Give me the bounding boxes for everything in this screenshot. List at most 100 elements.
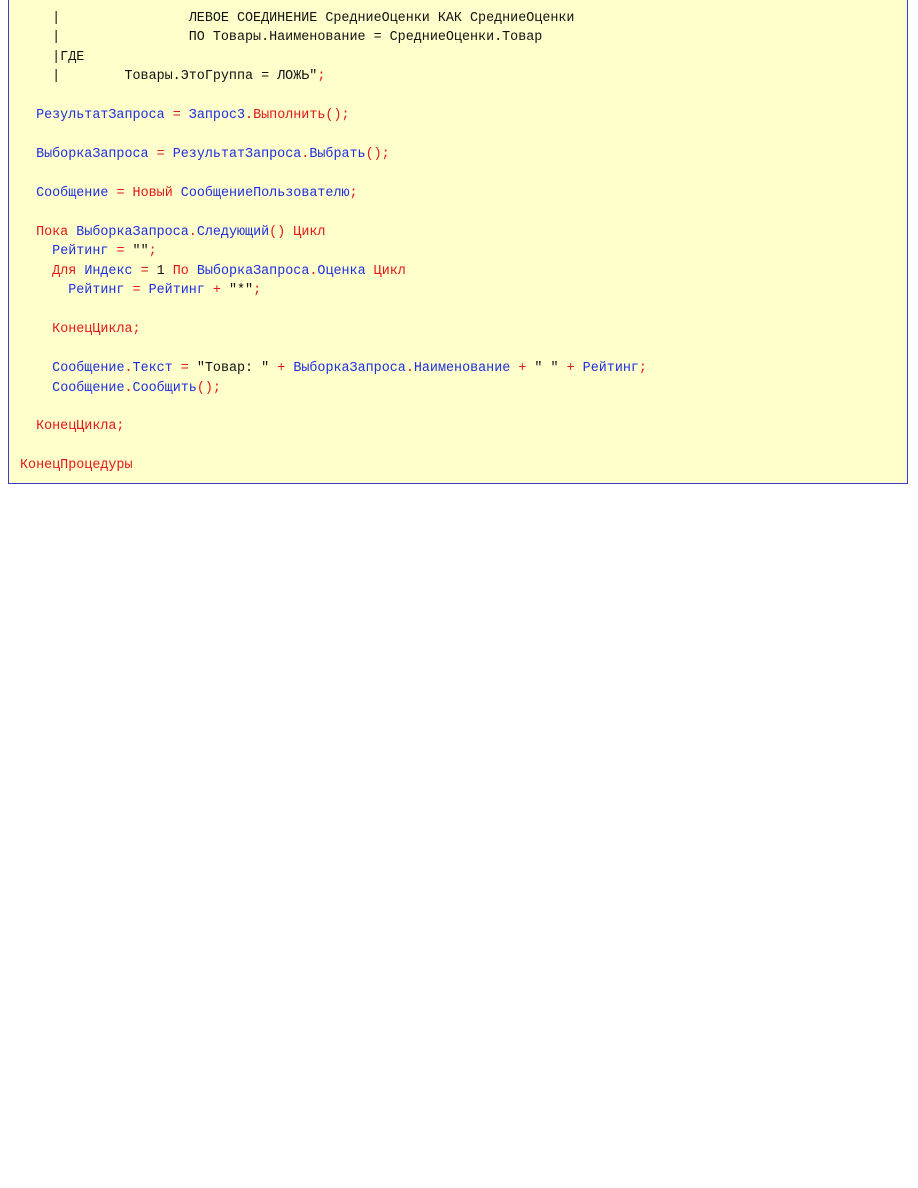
- code-line: Рейтинг = Рейтинг + "*";: [20, 281, 261, 300]
- code-token: Текст: [132, 361, 173, 377]
- code-token: "": [124, 244, 149, 260]
- code-token: =: [156, 147, 165, 163]
- code-token: |ГДЕ: [20, 49, 85, 65]
- code-token: ;: [349, 186, 358, 202]
- code-token: Пока: [36, 224, 69, 240]
- code-token: Выполнить: [253, 108, 326, 124]
- code-token: ВыборкаЗапроса: [76, 224, 189, 240]
- code-token: Сообщение: [52, 380, 125, 396]
- code-line: КонецПроцедуры: [20, 456, 133, 475]
- code-token: =: [180, 361, 189, 377]
- code-token: .: [188, 224, 197, 240]
- code-token: Сообщить: [132, 380, 197, 396]
- code-token: Выбрать: [309, 147, 366, 163]
- code-token: .: [124, 380, 133, 396]
- code-token: ВыборкаЗапроса: [196, 263, 310, 279]
- code-token: Цикл: [293, 224, 326, 240]
- code-token: ;: [148, 244, 157, 260]
- code-token: (): [269, 224, 286, 240]
- code-token: ();: [325, 108, 350, 124]
- code-token: Цикл: [373, 263, 406, 279]
- code-line: Сообщение.Сообщить();: [20, 379, 221, 398]
- code-line: Пока ВыборкаЗапроса.Следующий() Цикл: [20, 223, 325, 242]
- code-token: Рейтинг: [68, 283, 125, 299]
- code-line: Для Индекс = 1 По ВыборкаЗапроса.Оценка …: [20, 262, 406, 281]
- code-token: | ПО Товары.Наименование = СредниеОценки…: [20, 30, 543, 46]
- code-line: Сообщение.Текст = "Товар: " + ВыборкаЗап…: [20, 359, 647, 378]
- code-token: КонецЦикла;: [52, 322, 141, 338]
- code-line: КонецЦикла;: [20, 417, 124, 436]
- code-token: ВыборкаЗапроса: [293, 361, 406, 377]
- code-token: 1: [148, 263, 173, 279]
- code-line: ВыборкаЗапроса = РезультатЗапроса.Выбрат…: [20, 145, 390, 164]
- code-token: +: [566, 361, 575, 377]
- code-token: Оценка: [317, 263, 366, 279]
- code-line: КонецЦикла;: [20, 320, 141, 339]
- code-token: По: [172, 263, 189, 279]
- code-token: +: [212, 283, 221, 299]
- code-token: =: [116, 244, 125, 260]
- code-token: Рейтинг: [148, 283, 205, 299]
- code-token: Сообщение: [52, 361, 125, 377]
- code-token: | Товары.ЭтоГруппа = ЛОЖЬ": [20, 69, 318, 85]
- code-token: "Товар: ": [188, 361, 278, 377]
- code-token: ();: [196, 380, 221, 396]
- code-token: РезультатЗапроса: [172, 147, 302, 163]
- code-line: | ЛЕВОЕ СОЕДИНЕНИЕ СредниеОценки КАК Сре…: [20, 9, 574, 28]
- code-token: КонецЦикла;: [36, 419, 125, 435]
- code-token: РезультатЗапроса: [36, 108, 165, 124]
- code-token: Индекс: [84, 263, 133, 279]
- code-line: Сообщение = Новый СообщениеПользователю;: [20, 184, 358, 203]
- code-token: ;: [253, 283, 262, 299]
- code-token: Новый: [132, 186, 173, 202]
- code-token: =: [140, 263, 149, 279]
- code-token: ;: [317, 69, 326, 85]
- code-token: "*": [220, 283, 254, 299]
- code-token: СообщениеПользователю: [180, 186, 350, 202]
- code-token: Сообщение: [36, 186, 109, 202]
- code-token: =: [132, 283, 141, 299]
- code-token: Наименование: [413, 361, 511, 377]
- code-listing: | ЛЕВОЕ СОЕДИНЕНИЕ СредниеОценки КАК Сре…: [8, 0, 908, 484]
- code-token: .: [124, 361, 133, 377]
- code-token: Рейтинг: [582, 361, 639, 377]
- code-line: |ГДЕ: [20, 48, 84, 67]
- code-token: ВыборкаЗапроса: [36, 147, 149, 163]
- code-token: =: [172, 108, 181, 124]
- code-token: ();: [365, 147, 390, 163]
- code-token: =: [116, 186, 125, 202]
- code-line: | Товары.ЭтоГруппа = ЛОЖЬ";: [20, 67, 325, 86]
- code-token: КонецПроцедуры: [20, 458, 133, 474]
- code-token: Следующий: [196, 224, 270, 240]
- code-token: ;: [638, 361, 647, 377]
- code-line: | ПО Товары.Наименование = СредниеОценки…: [20, 28, 542, 47]
- code-line: РезультатЗапроса = Запрос3.Выполнить();: [20, 106, 350, 125]
- code-token: " ": [526, 361, 567, 377]
- code-token: Запрос3: [188, 108, 246, 124]
